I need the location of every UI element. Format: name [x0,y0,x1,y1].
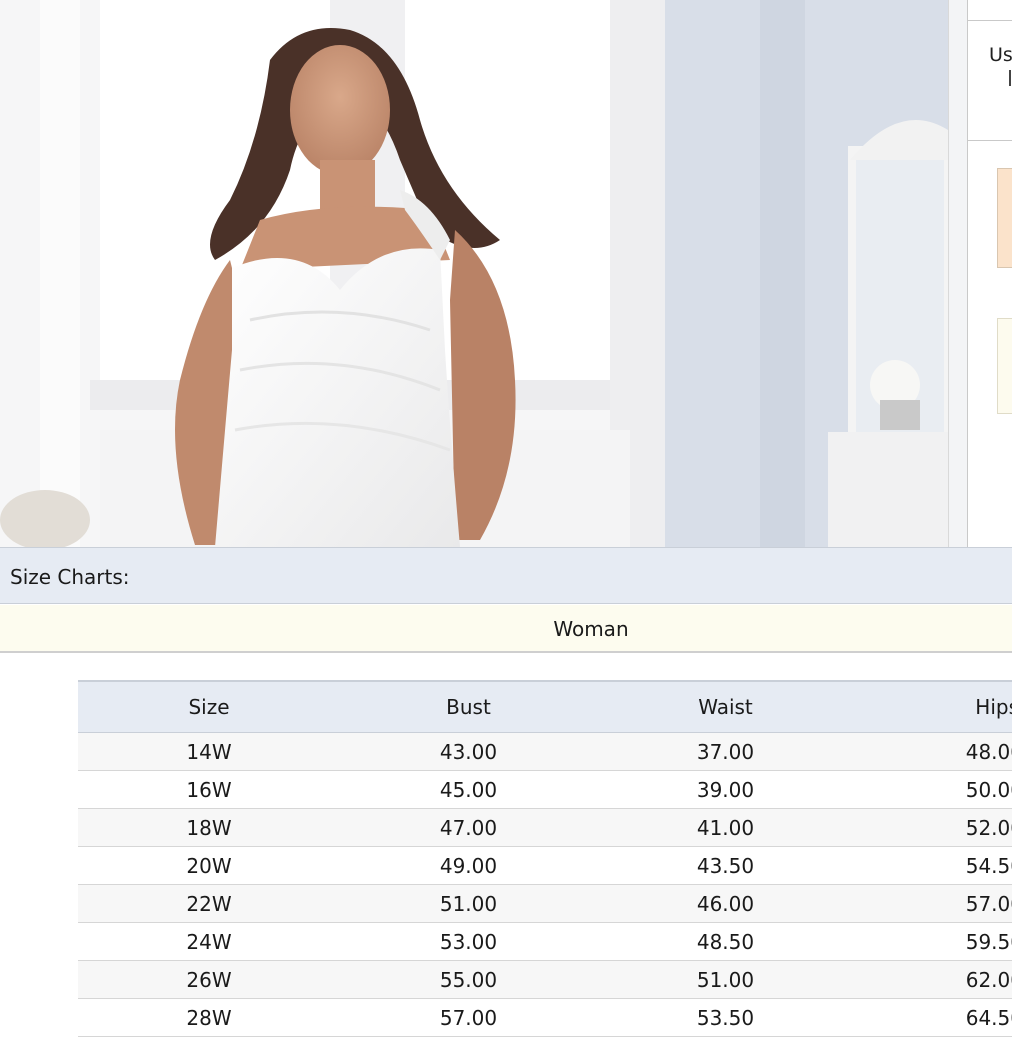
side-panel-partial-label: Us [989,44,1012,66]
cell-waist: 46.00 [597,884,854,923]
table-row: 26W 55.00 51.00 62.00 [78,960,1012,999]
size-category-label: Woman [553,617,629,641]
side-panel-partial-glyph [1009,70,1011,86]
side-panel-card [967,0,1012,547]
table-row: 28W 57.00 53.50 64.50 [78,998,1012,1037]
table-row: 22W 51.00 46.00 57.00 [78,884,1012,923]
color-swatch-cream[interactable] [997,318,1012,414]
side-panel-divider [968,140,1012,141]
cell-size: 24W [78,922,340,961]
size-chart-table: Size Bust Waist Hips 14W 43.00 37.00 48.… [78,680,1012,1037]
cell-bust: 51.00 [340,884,597,923]
table-row: 14W 43.00 37.00 48.00 [78,732,1012,771]
cell-bust: 47.00 [340,808,597,847]
side-panel-top-box[interactable] [967,0,1012,21]
product-photo[interactable] [0,0,948,547]
table-row: 20W 49.00 43.50 54.50 [78,846,1012,885]
product-photo-illustration [0,0,948,547]
cell-hips: 57.00 [854,884,1012,923]
cell-size: 14W [78,732,340,771]
size-category-bar[interactable]: Woman [0,605,1012,653]
column-header-bust: Bust [340,680,597,733]
side-panel: Us [948,0,1012,547]
table-row: 24W 53.00 48.50 59.50 [78,922,1012,961]
cell-hips: 50.00 [854,770,1012,809]
column-header-size: Size [78,680,340,733]
cell-bust: 49.00 [340,846,597,885]
cell-waist: 37.00 [597,732,854,771]
cell-waist: 51.00 [597,960,854,999]
cell-waist: 41.00 [597,808,854,847]
cell-hips: 59.50 [854,922,1012,961]
cell-hips: 54.50 [854,846,1012,885]
table-row: 16W 45.00 39.00 50.00 [78,770,1012,809]
cell-size: 16W [78,770,340,809]
cell-hips: 52.00 [854,808,1012,847]
cell-size: 26W [78,960,340,999]
table-row: 18W 47.00 41.00 52.00 [78,808,1012,847]
cell-hips: 48.00 [854,732,1012,771]
cell-waist: 48.50 [597,922,854,961]
cell-size: 18W [78,808,340,847]
cell-waist: 53.50 [597,998,854,1037]
size-charts-header: Size Charts: [0,547,1012,604]
column-header-hips: Hips [854,680,1012,733]
cell-bust: 55.00 [340,960,597,999]
cell-size: 22W [78,884,340,923]
cell-waist: 39.00 [597,770,854,809]
color-swatch-peach[interactable] [997,168,1012,268]
cell-waist: 43.50 [597,846,854,885]
size-charts-title: Size Charts: [10,565,130,589]
cell-bust: 43.00 [340,732,597,771]
table-header-row: Size Bust Waist Hips [78,680,1012,733]
column-header-waist: Waist [597,680,854,733]
cell-bust: 45.00 [340,770,597,809]
cell-hips: 64.50 [854,998,1012,1037]
cell-hips: 62.00 [854,960,1012,999]
cell-size: 28W [78,998,340,1037]
cell-bust: 57.00 [340,998,597,1037]
cell-bust: 53.00 [340,922,597,961]
cell-size: 20W [78,846,340,885]
